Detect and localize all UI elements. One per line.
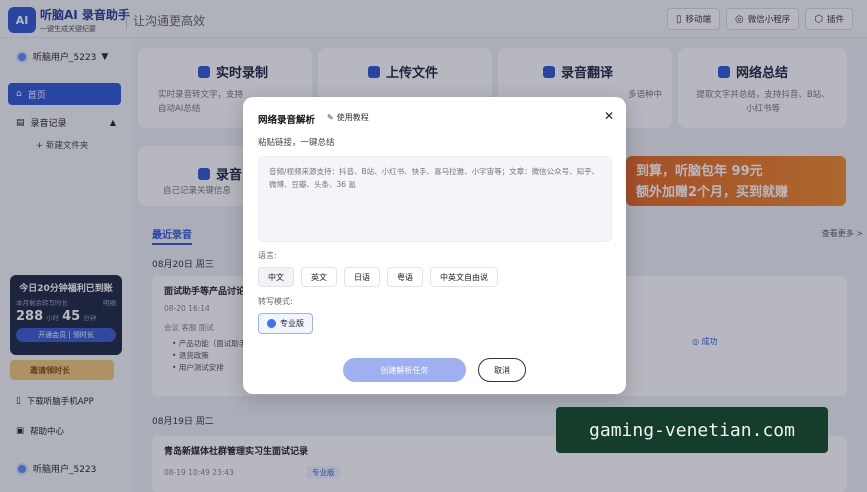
language-options: 中文 英文 日语 粤语 中英文自由说 [258,267,498,287]
language-option-mixed[interactable]: 中英文自由说 [430,267,498,287]
link-input[interactable] [258,156,612,242]
close-icon[interactable]: ✕ [604,109,614,123]
book-icon: ✎ [327,113,334,122]
language-option-english[interactable]: 英文 [301,267,337,287]
pro-icon [267,319,276,328]
mode-label: 转写模式: [258,297,293,306]
language-option-cantonese[interactable]: 粤语 [387,267,423,287]
tutorial-label: 使用教程 [336,113,369,122]
dialog-title: 网络录音解析 [258,115,316,126]
mode-option-pro[interactable]: 专业版 [258,313,313,334]
web-recording-parse-dialog: 网络录音解析 ✎ 使用教程 ✕ 粘贴链接，一键总结 语言: 中文 英文 日语 粤… [243,97,626,394]
create-task-button[interactable]: 创建解析任务 [343,358,466,382]
watermark: gaming-venetian.com [556,407,828,453]
mode-option-label: 专业版 [280,319,304,328]
cancel-button[interactable]: 取消 [478,358,526,382]
language-option-chinese[interactable]: 中文 [258,267,294,287]
language-option-japanese[interactable]: 日语 [344,267,380,287]
language-label: 语言: [258,251,277,260]
tutorial-link[interactable]: ✎ 使用教程 [327,112,369,123]
paste-label: 粘贴链接，一键总结 [258,138,335,148]
